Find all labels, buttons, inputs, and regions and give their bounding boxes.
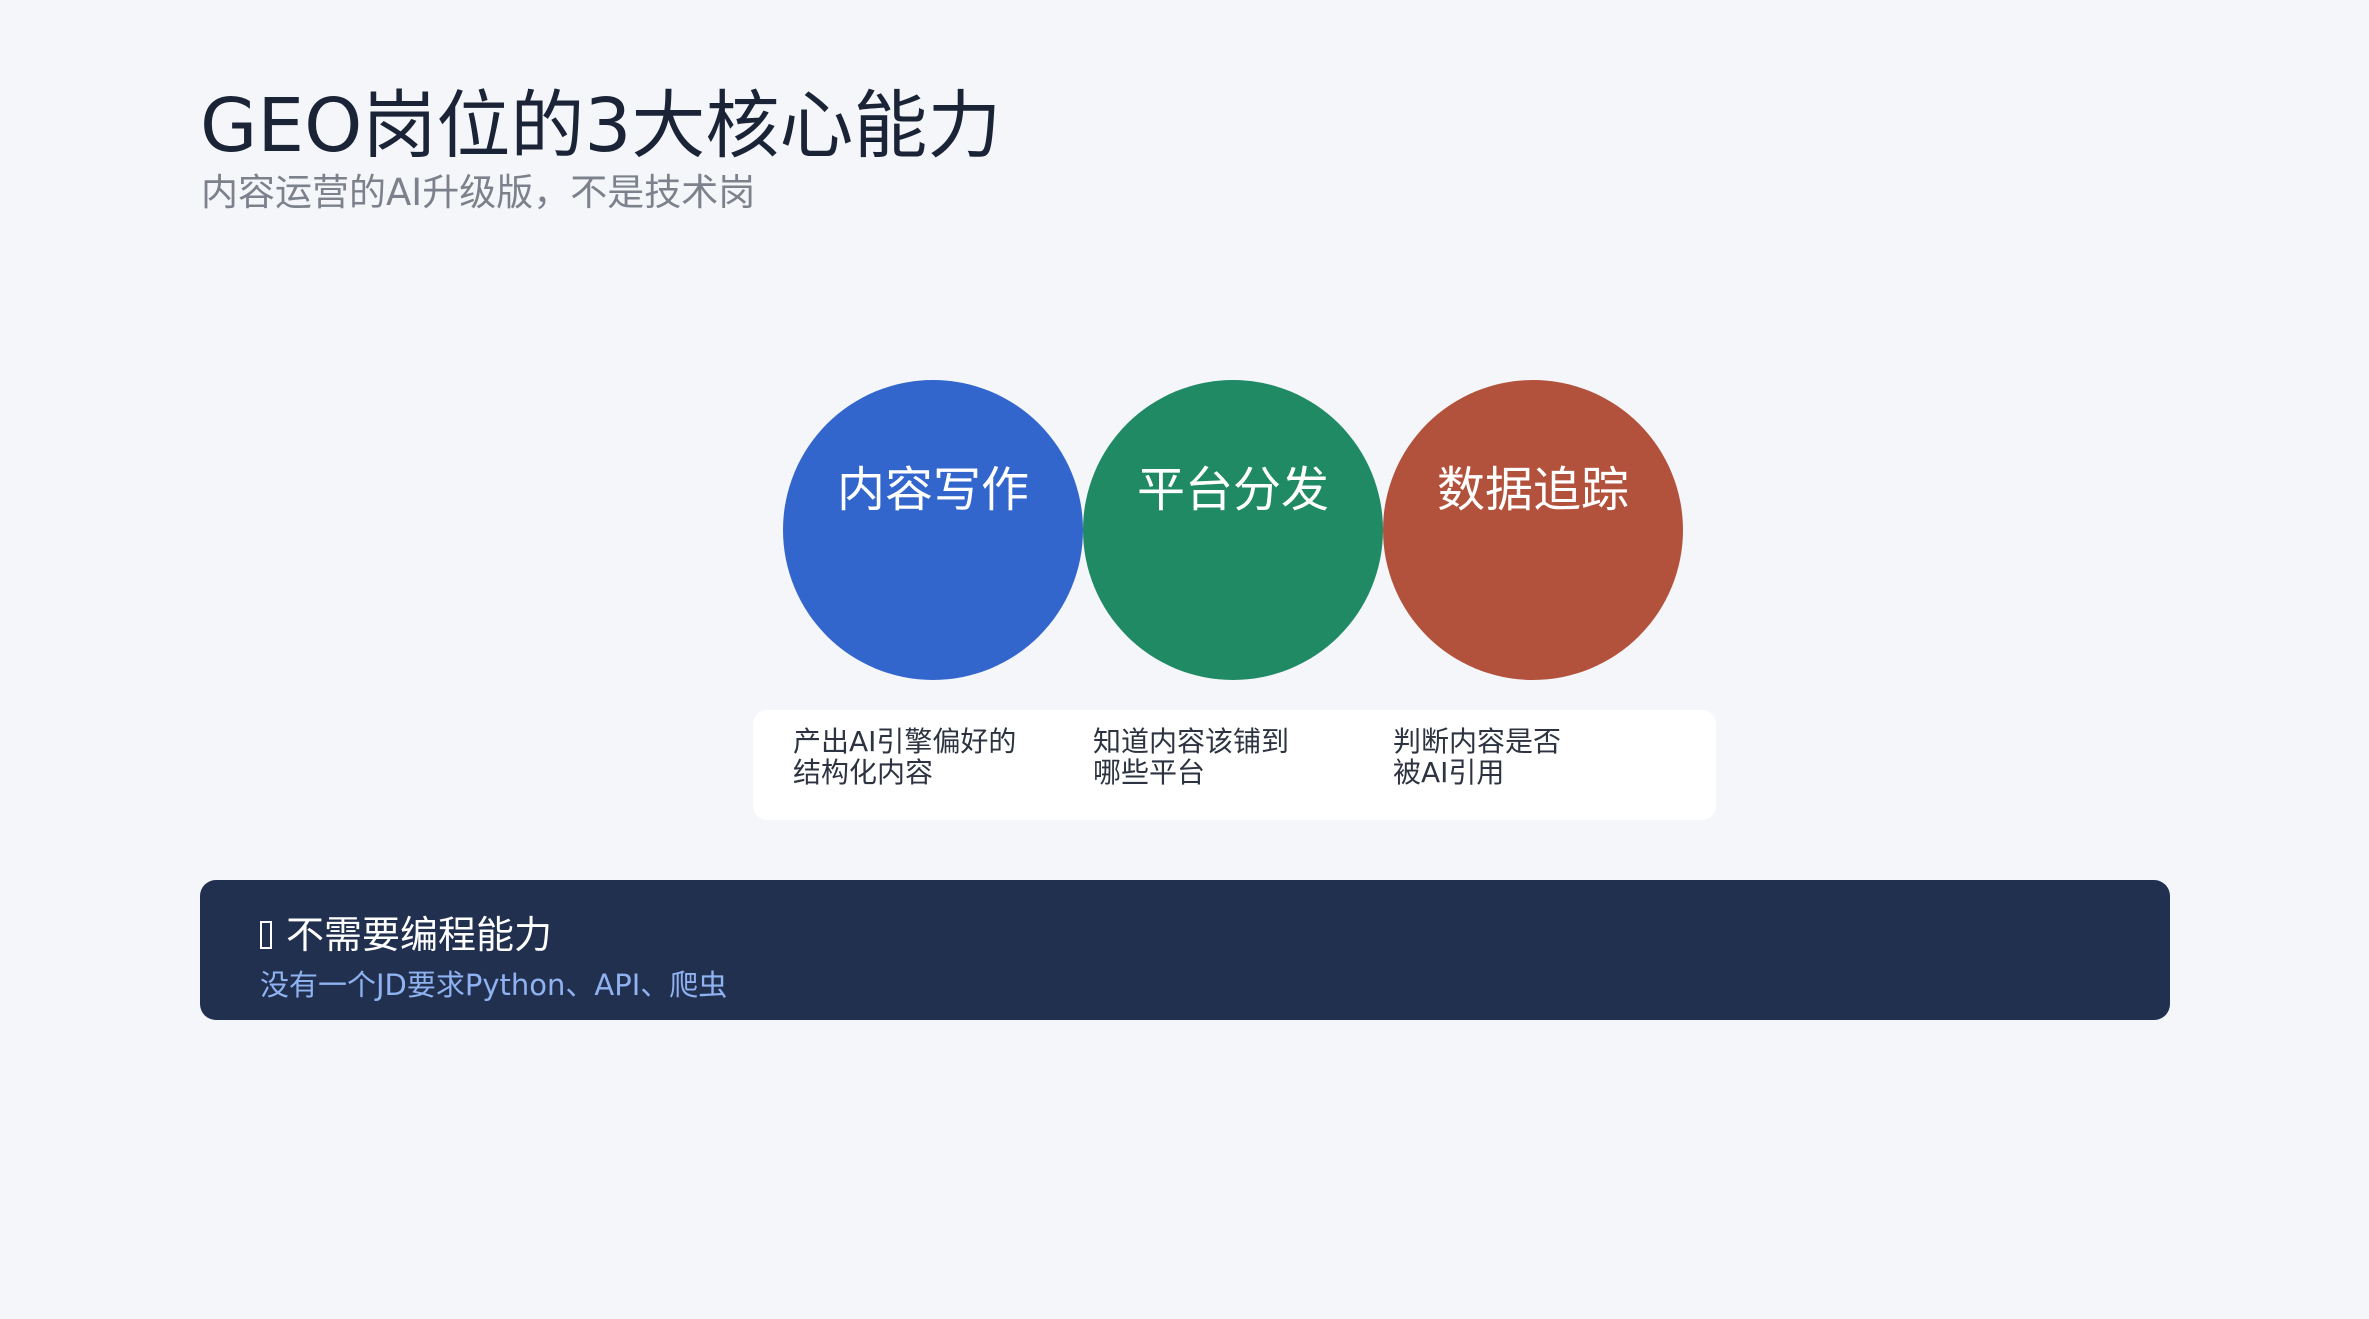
capability-circle-writing: 内容写作 [783,380,1083,680]
description-line: 被AI引用 [1393,756,1505,789]
page-title: GEO岗位的3大核心能力 [200,83,1002,169]
capability-description-tracking: 判断内容是否 被AI引用 [1393,726,1653,788]
capability-label: 平台分发 [1136,462,1329,518]
description-line: 产出AI引擎偏好的 [793,725,1017,758]
page-subtitle: 内容运营的AI升级版，不是技术岗 [201,171,756,214]
description-line: 判断内容是否 [1393,725,1562,758]
capability-label: 内容写作 [836,462,1029,518]
description-line: 哪些平台 [1093,756,1206,789]
description-line: 结构化内容 [793,756,934,789]
capability-description-distribution: 知道内容该铺到 哪些平台 [1093,726,1353,788]
no-coding-callout: 不需要编程能力 没有一个JD要求Python、API、爬虫 [200,880,2170,1020]
callout-subtitle: 没有一个JD要求Python、API、爬虫 [260,968,728,1002]
capability-circle-distribution: 平台分发 [1083,380,1383,680]
callout-title-row: 不需要编程能力 [260,910,552,960]
capability-description-writing: 产出AI引擎偏好的 结构化内容 [793,726,1053,788]
capability-label: 数据追踪 [1436,462,1629,518]
glyph-box-icon [260,921,272,949]
description-line: 知道内容该铺到 [1093,725,1290,758]
callout-title: 不需要编程能力 [286,913,553,957]
capability-description-card: 产出AI引擎偏好的 结构化内容 知道内容该铺到 哪些平台 判断内容是否 被AI引… [753,710,1716,820]
capability-circle-tracking: 数据追踪 [1383,380,1683,680]
